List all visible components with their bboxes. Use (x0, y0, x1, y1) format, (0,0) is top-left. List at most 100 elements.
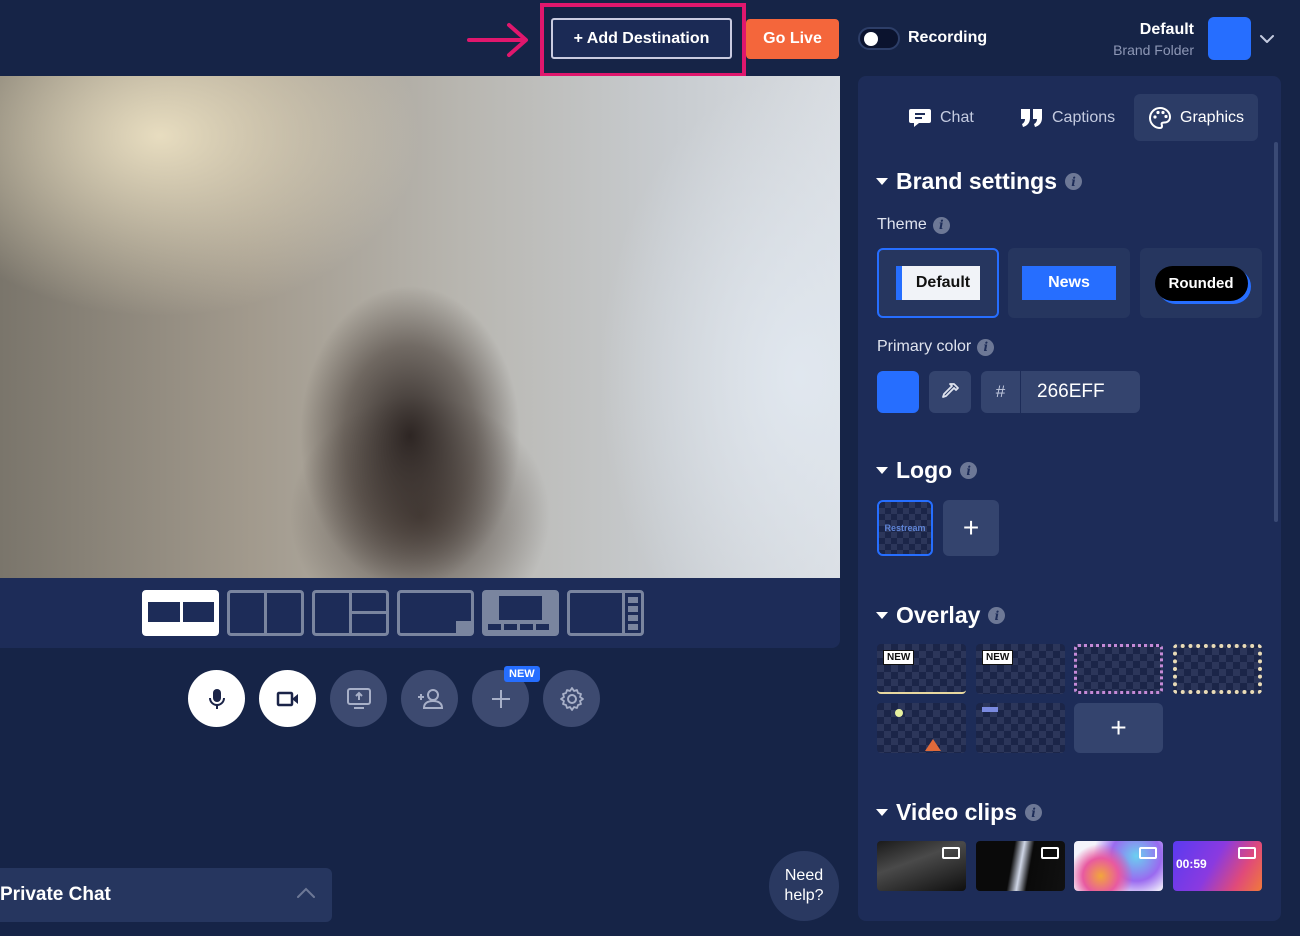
theme-rounded-label: Rounded (1154, 265, 1248, 301)
plus-icon (491, 689, 510, 708)
arrow-right-icon (467, 23, 528, 57)
video-clip-thumbnail[interactable]: 00:59 (1173, 841, 1262, 891)
brand-settings-header[interactable]: Brand settings i (876, 168, 1083, 195)
tab-graphics-label: Graphics (1180, 108, 1245, 126)
camera-preview (0, 76, 840, 578)
gear-icon (559, 686, 584, 711)
palette-icon (1149, 106, 1172, 129)
brand-color-swatch[interactable] (1208, 17, 1251, 60)
need-help-button[interactable]: Need help? (769, 851, 839, 921)
video-camera-icon (1139, 847, 1157, 859)
info-icon[interactable]: i (932, 216, 950, 234)
clip-duration: 00:59 (1176, 857, 1207, 871)
theme-default-label: Default (895, 266, 981, 300)
overlay-thumbnail[interactable] (1074, 644, 1163, 694)
panel-scrollbar[interactable] (1274, 142, 1278, 522)
recording-label: Recording (908, 29, 988, 46)
overlay-header[interactable]: Overlay i (876, 602, 1006, 629)
chevron-up-icon[interactable] (296, 886, 316, 900)
logo-thumbnail[interactable]: Restream (877, 500, 933, 556)
top-bar: + Add Destination Go Live Recording Defa… (0, 0, 1300, 77)
recording-toggle[interactable] (858, 27, 900, 50)
brand-folder-label: Brand Folder (1113, 42, 1194, 58)
plus-icon: + (962, 512, 980, 543)
layout-side-by-side-equal[interactable] (142, 590, 219, 636)
video-clips-header[interactable]: Video clips i (876, 799, 1043, 826)
overlay-thumbnail[interactable] (1173, 644, 1262, 694)
video-clip-thumbnail[interactable] (1074, 841, 1163, 891)
overlay-shape (895, 709, 903, 717)
logo-title: Logo (896, 457, 953, 483)
need-help-line2: help? (784, 887, 824, 904)
tab-chat-label: Chat (940, 108, 974, 126)
add-overlay-button[interactable]: + (1074, 703, 1163, 753)
layout-split-columns[interactable] (227, 590, 304, 636)
tab-captions[interactable]: Captions (1006, 94, 1129, 141)
theme-rounded-card[interactable]: Rounded (1140, 248, 1262, 318)
layout-sidebar[interactable] (567, 590, 644, 636)
go-live-button[interactable]: Go Live (746, 19, 839, 59)
video-clips-title: Video clips (896, 799, 1018, 825)
video-camera-icon (1238, 847, 1256, 859)
layout-grid-three[interactable] (312, 590, 389, 636)
private-chat-label: Private Chat (0, 884, 111, 905)
primary-color-label: Primary color i (877, 338, 995, 356)
eyedropper-icon (942, 383, 959, 398)
add-destination-button[interactable]: + Add Destination (551, 18, 732, 59)
theme-default-card[interactable]: Default (877, 248, 999, 318)
camera-button[interactable] (259, 670, 316, 727)
quote-icon (1021, 108, 1042, 127)
video-camera-icon (1041, 847, 1059, 859)
info-icon[interactable]: i (1065, 173, 1083, 190)
video-camera-icon (276, 691, 298, 706)
add-person-icon (417, 688, 443, 709)
new-badge: NEW (504, 666, 540, 682)
info-icon[interactable]: i (1025, 804, 1043, 821)
overlay-thumbnail[interactable]: NEW (976, 644, 1065, 694)
share-screen-button[interactable] (330, 670, 387, 727)
logo-thumb-text: Restream (884, 523, 926, 533)
info-icon[interactable]: i (960, 462, 978, 479)
theme-label: Theme i (877, 216, 950, 234)
hex-value[interactable]: 266EFF (1021, 381, 1105, 403)
overlay-thumbnail[interactable] (877, 703, 966, 753)
tab-chat[interactable]: Chat (894, 94, 988, 141)
primary-color-swatch[interactable] (877, 371, 919, 413)
new-badge: NEW (982, 650, 1014, 665)
theme-news-card[interactable]: News (1008, 248, 1130, 318)
info-icon[interactable]: i (977, 338, 995, 356)
overlay-thumbnail[interactable] (976, 703, 1065, 753)
logo-header[interactable]: Logo i (876, 457, 978, 484)
info-icon[interactable]: i (988, 607, 1006, 624)
private-chat-bar[interactable]: Private Chat (0, 868, 332, 922)
hash-prefix: # (981, 371, 1021, 413)
overlay-thumbnail[interactable]: NEW (877, 644, 966, 694)
eyedropper-button[interactable] (929, 371, 971, 413)
new-badge: NEW (883, 650, 915, 665)
video-clip-thumbnail[interactable] (976, 841, 1065, 891)
graphics-panel: Chat Captions Graphics Brand settings i (858, 76, 1281, 921)
microphone-icon (208, 688, 225, 709)
video-camera-icon (942, 847, 960, 859)
layout-presentation[interactable] (482, 590, 559, 636)
plus-icon: + (1110, 712, 1127, 743)
primary-color-label-text: Primary color (877, 338, 972, 355)
chat-icon (909, 108, 931, 127)
theme-label-text: Theme (877, 216, 927, 233)
screen-share-icon (346, 687, 371, 709)
tab-graphics[interactable]: Graphics (1134, 94, 1259, 141)
need-help-line1: Need (784, 867, 824, 884)
add-logo-button[interactable]: + (943, 500, 999, 556)
add-source-button[interactable]: NEW (472, 666, 540, 727)
invite-guest-button[interactable] (401, 670, 458, 727)
video-clip-thumbnail[interactable] (877, 841, 966, 891)
layout-picture-in-picture[interactable] (397, 590, 474, 636)
tab-captions-label: Captions (1052, 108, 1116, 126)
collapse-triangle-icon (876, 612, 888, 619)
hex-color-input[interactable]: # 266EFF (981, 371, 1140, 413)
panel-tabs: Chat Captions Graphics (858, 94, 1281, 141)
chevron-down-icon[interactable] (1258, 30, 1276, 48)
microphone-button[interactable] (188, 670, 245, 727)
settings-button[interactable] (543, 670, 600, 727)
brand-name: Default (1139, 21, 1194, 38)
